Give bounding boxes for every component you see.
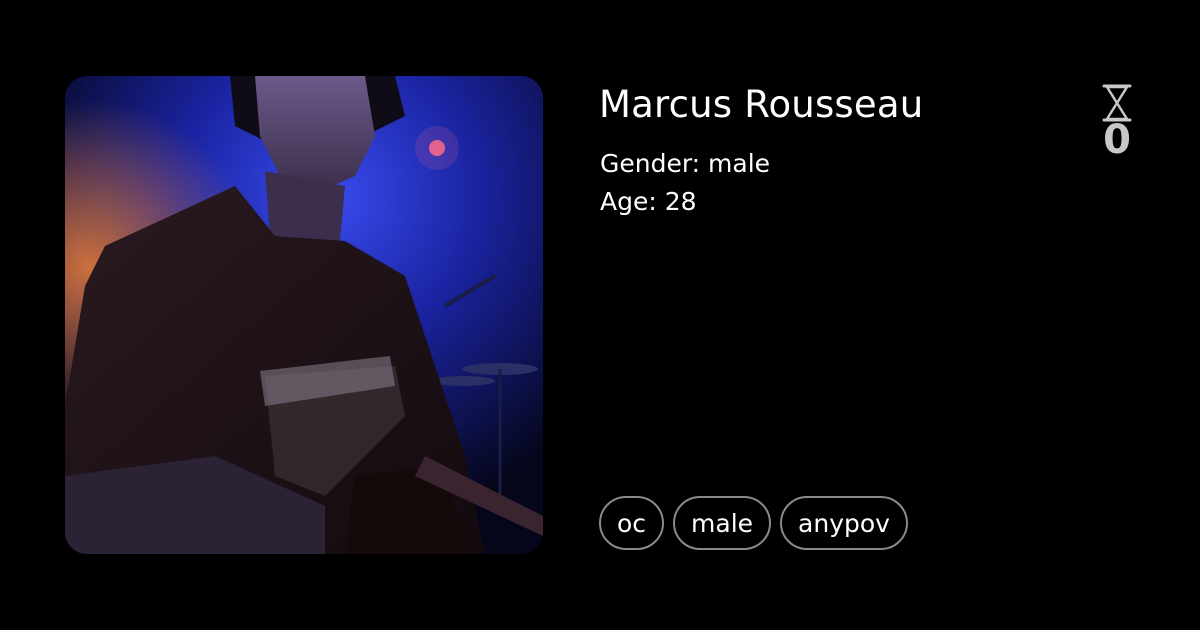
- character-portrait: [65, 76, 543, 554]
- character-gender: Gender: male: [600, 149, 771, 178]
- tag-oc[interactable]: oc: [599, 496, 665, 550]
- tag-anypov[interactable]: anypov: [780, 496, 908, 550]
- character-age: Age: 28: [600, 187, 697, 216]
- character-name: Marcus Rousseau: [599, 83, 924, 126]
- counter: 0: [1094, 84, 1140, 162]
- counter-value: 0: [1103, 117, 1131, 163]
- tag-list: oc male anypov: [599, 496, 908, 550]
- tag-male[interactable]: male: [673, 496, 772, 550]
